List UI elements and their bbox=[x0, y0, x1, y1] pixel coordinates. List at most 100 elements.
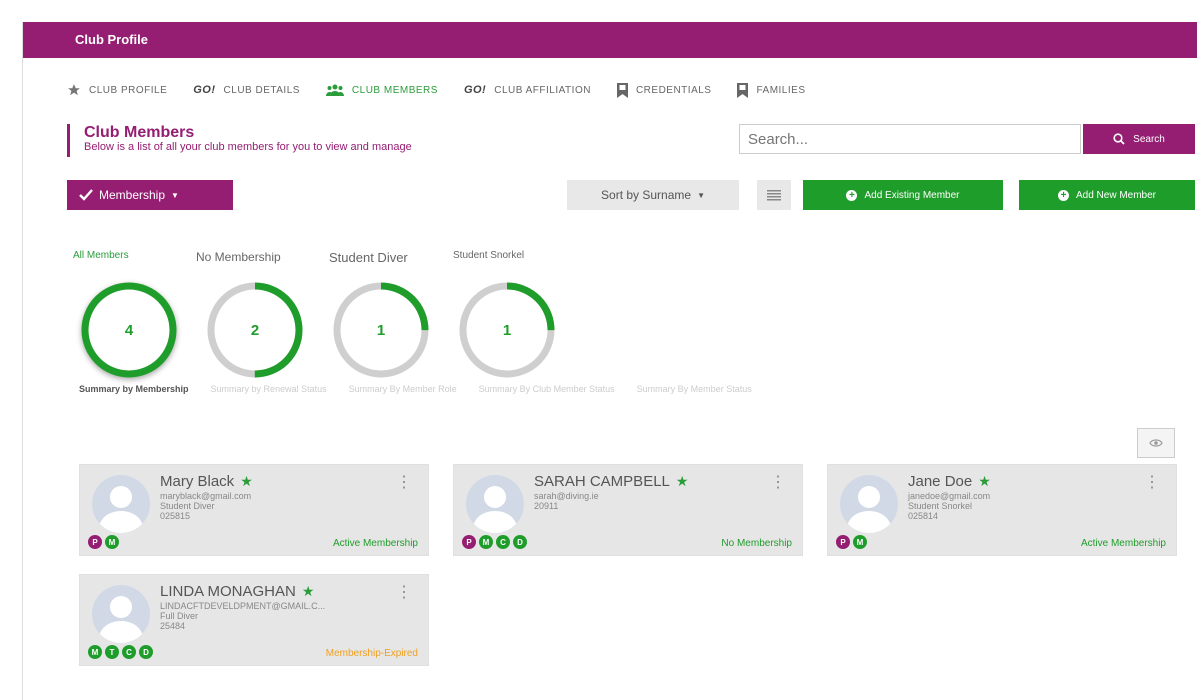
star-icon: ★ bbox=[240, 473, 253, 489]
go-logo-icon: GO! bbox=[193, 84, 216, 96]
membership-status: Active Membership bbox=[1080, 538, 1166, 549]
sort-label: Sort by Surname bbox=[601, 188, 692, 202]
search-button-label: Search bbox=[1133, 133, 1165, 145]
caret-down-icon: ▼ bbox=[171, 190, 179, 200]
member-id: 25484 bbox=[160, 621, 186, 631]
eye-icon bbox=[1149, 438, 1163, 448]
tab-label: CLUB DETAILS bbox=[223, 84, 300, 96]
summary-tab-member-status[interactable]: Summary By Member Status bbox=[637, 384, 752, 394]
avatar bbox=[92, 585, 150, 643]
member-email: maryblack@gmail.com bbox=[160, 491, 252, 501]
member-name[interactable]: Jane Doe ★ bbox=[908, 473, 991, 490]
tab-club-details[interactable]: GO! CLUB DETAILS bbox=[193, 84, 300, 96]
sort-dropdown[interactable]: Sort by Surname ▼ bbox=[567, 180, 739, 210]
ring-all-members[interactable]: 4 bbox=[77, 278, 181, 382]
star-icon: ★ bbox=[978, 473, 991, 489]
member-email: sarah@diving.ie bbox=[534, 491, 599, 501]
bookmark-icon bbox=[737, 82, 749, 98]
membership-dropdown[interactable]: Membership ▼ bbox=[67, 180, 233, 210]
membership-status: Membership-Expired bbox=[325, 648, 418, 659]
filter-all-members[interactable]: All Members bbox=[73, 250, 129, 261]
role-badge-d: D bbox=[513, 535, 527, 549]
member-name[interactable]: Mary Black ★ bbox=[160, 473, 253, 490]
member-type: Full Diver bbox=[160, 611, 199, 621]
member-email: janedoe@gmail.com bbox=[908, 491, 991, 501]
star-icon: ★ bbox=[301, 583, 315, 599]
summary-tab-membership[interactable]: Summary by Membership bbox=[79, 384, 189, 394]
membership-status: No Membership bbox=[721, 538, 792, 549]
tab-bar: CLUB PROFILE GO! CLUB DETAILS CLUB MEMBE… bbox=[67, 80, 831, 100]
summary-tab-club-member-status[interactable]: Summary By Club Member Status bbox=[479, 384, 615, 394]
role-badge-m: M bbox=[105, 535, 119, 549]
search-button[interactable]: Search bbox=[1083, 124, 1195, 154]
list-view-button[interactable] bbox=[757, 180, 791, 210]
ring-count: 2 bbox=[250, 321, 260, 339]
member-card[interactable]: SARAH CAMPBELL ★ sarah@diving.ie 20911 ⋮ … bbox=[453, 464, 803, 556]
tab-label: CLUB PROFILE bbox=[89, 84, 168, 96]
page-title: Club Members bbox=[84, 124, 195, 141]
plus-circle-icon: + bbox=[1057, 189, 1069, 201]
search-icon bbox=[1113, 133, 1125, 145]
summary-tabs: Summary by Membership Summary by Renewal… bbox=[79, 384, 774, 394]
summary-tab-member-role[interactable]: Summary By Member Role bbox=[349, 384, 457, 394]
role-badge-m: M bbox=[88, 645, 102, 659]
caret-down-icon: ▼ bbox=[697, 190, 705, 200]
tab-club-profile[interactable]: CLUB PROFILE bbox=[67, 83, 167, 97]
member-name[interactable]: LINDA MONAGHAN ★ bbox=[160, 583, 314, 600]
role-badge-c: C bbox=[122, 645, 136, 659]
add-existing-label: Add Existing Member bbox=[864, 189, 960, 201]
club-profile-panel: Club Profile CLUB PROFILE GO! CLUB DETAI… bbox=[22, 22, 1197, 700]
add-existing-member-button[interactable]: + Add Existing Member bbox=[803, 180, 1003, 210]
filter-student-diver[interactable]: Student Diver bbox=[329, 250, 408, 265]
ring-count: 1 bbox=[502, 321, 512, 339]
member-name[interactable]: SARAH CAMPBELL ★ bbox=[534, 473, 688, 490]
avatar bbox=[92, 475, 150, 533]
role-badge-p: P bbox=[462, 535, 476, 549]
ring-no-membership[interactable]: 2 bbox=[203, 278, 307, 382]
tab-label: CLUB AFFILIATION bbox=[494, 84, 591, 96]
panel-header: Club Profile bbox=[23, 22, 1197, 58]
bookmark-icon bbox=[616, 82, 628, 98]
member-id: 20911 bbox=[534, 501, 559, 511]
role-badge-p: P bbox=[836, 535, 850, 549]
more-options-icon[interactable]: ⋮ bbox=[396, 585, 412, 601]
role-badge-t: T bbox=[105, 645, 119, 659]
section-heading: Club Members Below is a list of all your… bbox=[67, 124, 412, 157]
role-badges: PMCD bbox=[462, 535, 530, 549]
ring-student-snorkel[interactable]: 1 bbox=[455, 278, 559, 382]
tab-credentials[interactable]: CREDENTIALS bbox=[616, 82, 712, 98]
tab-label: CLUB MEMBERS bbox=[351, 84, 438, 96]
role-badge-c: C bbox=[496, 535, 510, 549]
tab-club-affiliation[interactable]: GO! CLUB AFFILIATION bbox=[464, 84, 591, 96]
search-input[interactable] bbox=[739, 124, 1081, 154]
add-new-member-button[interactable]: + Add New Member bbox=[1019, 180, 1195, 210]
filter-student-snorkel[interactable]: Student Snorkel bbox=[453, 250, 524, 261]
member-type: Student Snorkel bbox=[908, 501, 973, 511]
go-logo-icon: GO! bbox=[463, 84, 487, 96]
ring-student-diver[interactable]: 1 bbox=[329, 278, 433, 382]
tab-label: FAMILIES bbox=[756, 84, 806, 96]
more-options-icon[interactable]: ⋮ bbox=[770, 475, 786, 491]
ring-count: 1 bbox=[376, 321, 386, 339]
add-new-label: Add New Member bbox=[1075, 189, 1157, 201]
more-options-icon[interactable]: ⋮ bbox=[1144, 475, 1160, 491]
filter-no-membership[interactable]: No Membership bbox=[196, 250, 281, 264]
role-badges: MTCD bbox=[88, 645, 156, 659]
member-card[interactable]: LINDA MONAGHAN ★ LINDACFTDEVELDPMENT@GMAI… bbox=[79, 574, 429, 666]
membership-status: Active Membership bbox=[332, 538, 418, 549]
member-card[interactable]: Jane Doe ★ janedoe@gmail.com Student Snor… bbox=[827, 464, 1177, 556]
check-icon bbox=[79, 189, 93, 201]
tab-club-members[interactable]: CLUB MEMBERS bbox=[325, 84, 438, 96]
visibility-toggle-button[interactable] bbox=[1137, 428, 1175, 458]
member-card[interactable]: Mary Black ★ maryblack@gmail.com Student … bbox=[79, 464, 429, 556]
member-id: 025815 bbox=[160, 511, 191, 521]
avatar bbox=[466, 475, 524, 533]
more-options-icon[interactable]: ⋮ bbox=[396, 475, 412, 491]
member-id: 025814 bbox=[908, 511, 939, 521]
ring-count: 4 bbox=[124, 321, 134, 339]
member-email: LINDACFTDEVELDPMENT@GMAIL.C... bbox=[160, 601, 326, 611]
role-badge-p: P bbox=[88, 535, 102, 549]
star-icon bbox=[67, 83, 81, 97]
tab-families[interactable]: FAMILIES bbox=[737, 82, 806, 98]
summary-tab-renewal-status[interactable]: Summary by Renewal Status bbox=[211, 384, 327, 394]
